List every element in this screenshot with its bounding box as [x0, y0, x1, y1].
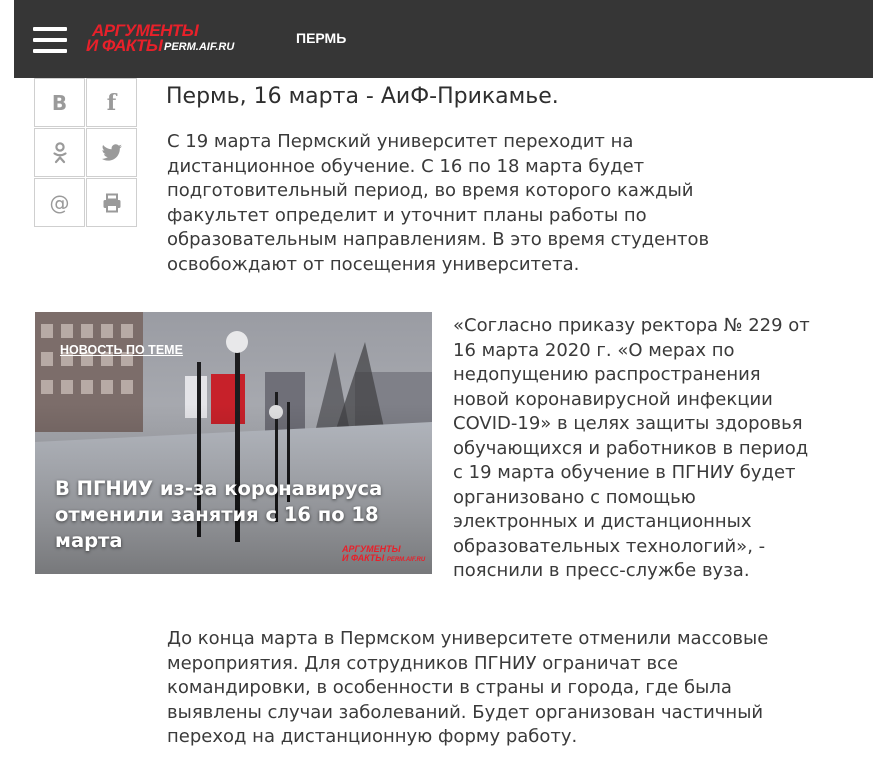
share-ok-button[interactable]	[34, 128, 85, 177]
city-link[interactable]: ПЕРМЬ	[296, 30, 346, 46]
related-news-tag[interactable]: НОВОСТЬ ПО ТЕМЕ	[60, 343, 183, 357]
paragraph-line: переход на дистанционную форму работу.	[167, 726, 578, 747]
related-news-title[interactable]: В ПГНИУ из-за коронавируса отменили заня…	[55, 476, 415, 554]
related-title-line: отменили занятия с 16 по 18	[55, 503, 379, 526]
article-quote: «Согласно приказу ректора № 229 от 16 ма…	[453, 314, 810, 584]
quote-line: обучающихся и работников в период	[453, 437, 809, 459]
facebook-icon: f	[106, 89, 117, 116]
logo-domain: PERM.AIF.RU	[164, 41, 235, 53]
email-icon: @	[49, 190, 70, 215]
paragraph-line: мероприятия. Для сотрудников ПГНИУ огран…	[167, 652, 679, 674]
paragraph-line: командировки, в особенности в страны и г…	[167, 677, 732, 698]
article-paragraph-3: До конца марта в Пермском университете о…	[167, 627, 768, 750]
share-vk-button[interactable]: B	[34, 78, 85, 127]
menu-icon[interactable]	[33, 27, 67, 53]
quote-line: с 19 марта обучение в ПГНИУ будет	[453, 462, 796, 483]
quote-line: пояснили в пресс-службе вуза.	[453, 560, 750, 581]
paragraph-line: выявлены случаи заболеваний. Будет орган…	[167, 701, 764, 723]
vk-icon: B	[51, 90, 68, 115]
article-lead: Пермь, 16 марта - АиФ-Прикамье.	[166, 84, 559, 109]
site-header: АРГУМЕНТЫ И ФАКТЫ PERM.AIF.RU ПЕРМЬ	[14, 0, 873, 78]
share-twitter-button[interactable]	[86, 128, 137, 177]
related-news-card[interactable]: НОВОСТЬ ПО ТЕМЕ В ПГНИУ из-за коронавиру…	[35, 312, 432, 574]
quote-line: «Согласно приказу ректора № 229 от	[453, 315, 810, 336]
odnoklassniki-icon	[52, 141, 67, 163]
quote-line: организовано с помощью	[453, 486, 696, 508]
site-logo[interactable]: АРГУМЕНТЫ И ФАКТЫ PERM.AIF.RU	[86, 20, 256, 60]
quote-line: COVID-19» в целях защиты здоровья	[453, 413, 803, 434]
card-logo-line-2: И ФАКТЫ PERM.AIF.RU	[342, 553, 426, 564]
print-button[interactable]	[86, 178, 137, 227]
logo-line-2: И ФАКТЫ	[86, 36, 163, 55]
share-panel: B f @	[34, 78, 138, 228]
quote-line: электронных и дистанционных	[453, 511, 752, 532]
share-facebook-button[interactable]: f	[86, 78, 137, 127]
paragraph-line: С 19 марта Пермский университет переходи…	[167, 131, 634, 152]
quote-line: 16 марта 2020 г. «О мерах по	[453, 339, 735, 361]
share-email-button[interactable]: @	[34, 178, 85, 227]
paragraph-line: подготовительный период, во время которо…	[167, 180, 694, 201]
card-watermark-logo: АРГУМЕНТЫ И ФАКТЫ PERM.AIF.RU	[342, 545, 425, 565]
print-icon	[103, 193, 120, 212]
twitter-icon	[101, 143, 122, 161]
paragraph-line: дистанционное обучение. С 16 по 18 марта…	[167, 155, 645, 177]
quote-line: образовательных технологий», -	[453, 535, 766, 557]
quote-line: недопущению распространения	[453, 364, 761, 385]
related-title-line: В ПГНИУ из-за коронавируса	[55, 477, 383, 500]
paragraph-line: факультет определит и уточнит планы рабо…	[167, 204, 647, 226]
quote-line: новой коронавирусной инфекции	[453, 388, 773, 410]
paragraph-line: освобождают от посещения университета.	[167, 253, 580, 275]
paragraph-line: образовательным направлениям. В это врем…	[167, 229, 710, 250]
paragraph-line: До конца марта в Пермском университете о…	[167, 628, 769, 649]
article-paragraph-1: С 19 марта Пермский университет переходи…	[167, 130, 709, 277]
